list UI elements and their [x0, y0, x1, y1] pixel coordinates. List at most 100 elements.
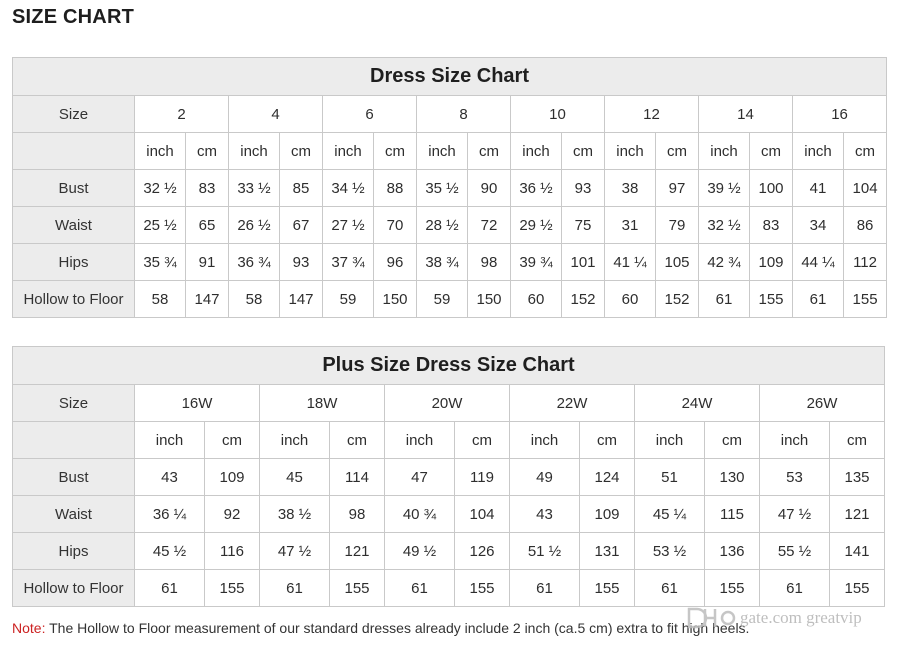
chart-title: Dress Size Chart: [11, 57, 888, 96]
measurement-value-cell: 109: [204, 458, 260, 496]
measurement-value-cell: 83: [185, 169, 229, 207]
unit-inch-cell: inch: [134, 421, 205, 459]
measurement-value-cell: 36 ¾: [228, 243, 280, 281]
measurement-value-cell: 36 ¼: [134, 495, 205, 533]
size-header-row: Size 2 4 6 8 10 12 14 16: [12, 95, 888, 133]
measurement-value-cell: 61: [759, 569, 830, 607]
measurement-value-cell: 155: [204, 569, 260, 607]
measurement-value-cell: 58: [134, 280, 186, 318]
unit-inch-cell: inch: [698, 132, 750, 170]
measurement-value-cell: 109: [579, 495, 635, 533]
measurement-value-cell: 79: [655, 206, 699, 244]
measurement-value-cell: 93: [561, 169, 605, 207]
unit-cm-cell: cm: [579, 421, 635, 459]
measurement-value-cell: 121: [828, 495, 886, 533]
measurement-value-cell: 53: [759, 458, 830, 496]
measurement-row: Hips 45 ½ 116 47 ½ 121 49 ½ 126 51 ½ 131 53 ½ 136 5…: [12, 532, 886, 570]
measurement-value-cell: 34 ½: [322, 169, 374, 207]
size-header-cell: 18W: [259, 384, 385, 422]
measurement-value-cell: 60: [510, 280, 562, 318]
measurement-value-cell: 61: [509, 569, 580, 607]
size-header-cell: 6: [322, 95, 417, 133]
measurement-value-cell: 83: [749, 206, 793, 244]
unit-cm-cell: cm: [842, 132, 888, 170]
size-header-cell: 24W: [634, 384, 760, 422]
measurement-value-cell: 61: [259, 569, 330, 607]
size-header-cell: 20W: [384, 384, 510, 422]
measurement-row: Bust 32 ½ 83 33 ½ 85 34 ½ 88 35 ½ 90 36 ½ 93 38 97 39…: [12, 169, 888, 207]
unit-cm-cell: cm: [749, 132, 793, 170]
size-label-cell: Size: [12, 384, 135, 422]
unit-inch-cell: inch: [416, 132, 468, 170]
measurement-value-cell: 53 ½: [634, 532, 705, 570]
measurement-value-cell: 58: [228, 280, 280, 318]
measurement-value-cell: 75: [561, 206, 605, 244]
unit-inch-cell: inch: [322, 132, 374, 170]
measurement-value-cell: 150: [467, 280, 511, 318]
measurement-label-cell: Bust: [12, 458, 135, 496]
size-header-cell: 4: [228, 95, 323, 133]
measurement-value-cell: 40 ¾: [384, 495, 455, 533]
unit-inch-cell: inch: [228, 132, 280, 170]
size-header-cell: 2: [134, 95, 229, 133]
chart-title-row: Plus Size Dress Size Chart: [11, 346, 886, 385]
measurement-value-cell: 112: [842, 243, 888, 281]
measurement-value-cell: 61: [698, 280, 750, 318]
measurement-value-cell: 27 ½: [322, 206, 374, 244]
measurement-value-cell: 29 ½: [510, 206, 562, 244]
measurement-row: Hips 35 ¾ 91 36 ¾ 93 37 ¾ 96 38 ¾ 98 39 ¾ 101 41 ¼1…: [12, 243, 888, 281]
measurement-value-cell: 121: [329, 532, 385, 570]
unit-cm-cell: cm: [329, 421, 385, 459]
measurement-value-cell: 59: [322, 280, 374, 318]
measurement-value-cell: 31: [604, 206, 656, 244]
measurement-value-cell: 152: [561, 280, 605, 318]
measurement-value-cell: 61: [384, 569, 455, 607]
measurement-value-cell: 98: [329, 495, 385, 533]
size-header-cell: 8: [416, 95, 511, 133]
measurement-value-cell: 38 ¾: [416, 243, 468, 281]
measurement-value-cell: 97: [655, 169, 699, 207]
unit-cm-cell: cm: [561, 132, 605, 170]
measurement-value-cell: 61: [134, 569, 205, 607]
measurement-value-cell: 109: [749, 243, 793, 281]
measurement-value-cell: 152: [655, 280, 699, 318]
measurement-value-cell: 96: [373, 243, 417, 281]
measurement-value-cell: 38 ½: [259, 495, 330, 533]
measurement-value-cell: 98: [467, 243, 511, 281]
unit-header-row: inch cm inch cm inch cm inch cm inch cm inch cm: [12, 421, 886, 459]
measurement-row: Bust 43 109 45 114 47 119 49 124 51 130 53 135: [12, 458, 886, 496]
measurement-value-cell: 126: [454, 532, 510, 570]
measurement-value-cell: 70: [373, 206, 417, 244]
unit-cm-cell: cm: [467, 132, 511, 170]
measurement-value-cell: 88: [373, 169, 417, 207]
measurement-value-cell: 61: [634, 569, 705, 607]
measurement-value-cell: 101: [561, 243, 605, 281]
unit-inch-cell: inch: [510, 132, 562, 170]
measurement-value-cell: 116: [204, 532, 260, 570]
measurement-value-cell: 60: [604, 280, 656, 318]
measurement-value-cell: 155: [842, 280, 888, 318]
measurement-value-cell: 91: [185, 243, 229, 281]
unit-header-row: inch cm inch cm inch cm inch cm inch cm inch cm inch…: [12, 132, 888, 170]
size-header-cell: 12: [604, 95, 699, 133]
measurement-value-cell: 141: [828, 532, 886, 570]
measurement-value-cell: 124: [579, 458, 635, 496]
measurement-row: Hollow to Floor 61 155 61 155 61 155 61 155 61 155…: [12, 569, 886, 607]
measurement-value-cell: 93: [279, 243, 323, 281]
measurement-label-cell: Hollow to Floor: [12, 569, 135, 607]
unit-inch-cell: inch: [259, 421, 330, 459]
size-header-cell: 22W: [509, 384, 635, 422]
measurement-value-cell: 47 ½: [259, 532, 330, 570]
measurement-value-cell: 130: [704, 458, 760, 496]
measurement-value-cell: 49 ½: [384, 532, 455, 570]
measurement-value-cell: 119: [454, 458, 510, 496]
measurement-label-cell: Hollow to Floor: [12, 280, 135, 318]
unit-inch-cell: inch: [509, 421, 580, 459]
measurement-value-cell: 36 ½: [510, 169, 562, 207]
measurement-value-cell: 150: [373, 280, 417, 318]
unit-cm-cell: cm: [373, 132, 417, 170]
watermark-text: gate.com greatvip: [740, 608, 862, 627]
measurement-value-cell: 155: [704, 569, 760, 607]
measurement-value-cell: 136: [704, 532, 760, 570]
measurement-value-cell: 59: [416, 280, 468, 318]
